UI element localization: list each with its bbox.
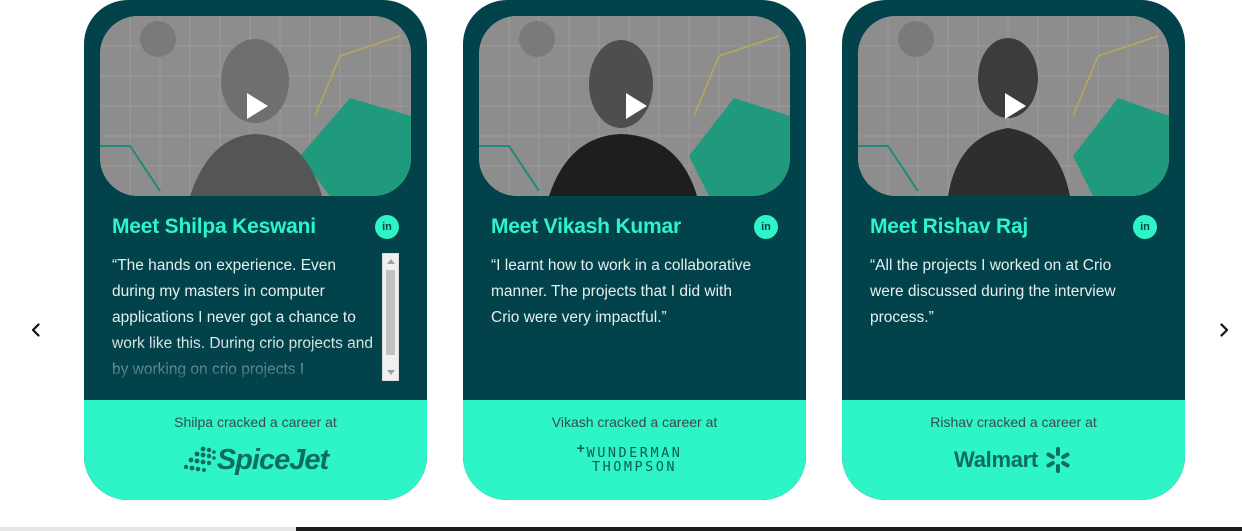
- spicejet-dots-icon: [183, 446, 216, 472]
- testimonial-card: Meet Shilpa Keswani in “The hands on exp…: [84, 0, 427, 531]
- video-thumbnail[interactable]: [858, 16, 1169, 196]
- video-thumbnail[interactable]: [100, 16, 411, 196]
- linkedin-icon[interactable]: in: [375, 215, 399, 239]
- card-footer: Vikash cracked a career at + WUNDERMAN T…: [463, 400, 806, 500]
- card-footer: Rishav cracked a career at Walmart: [842, 400, 1185, 500]
- play-icon: [246, 93, 268, 119]
- card-title: Meet Vikash Kumar: [491, 215, 681, 238]
- play-icon: [625, 93, 647, 119]
- quote-fade: [112, 340, 382, 380]
- career-label: Shilpa cracked a career at: [174, 414, 337, 430]
- play-icon: [1004, 93, 1026, 119]
- wunderman-wordmark: WUNDERMAN THOMPSON: [586, 445, 683, 475]
- testimonial-quote: “I learnt how to work in a collaborative…: [491, 257, 752, 326]
- testimonial-card: Meet Vikash Kumar in “I learnt how to wo…: [463, 0, 806, 531]
- carousel-progress-fill: [0, 527, 296, 531]
- testimonial-carousel: Meet Shilpa Keswani in “The hands on exp…: [0, 0, 1242, 531]
- spicejet-logo: SpiceJet: [84, 440, 427, 480]
- carousel-prev-button[interactable]: [24, 318, 48, 342]
- walmart-wordmark: Walmart: [954, 447, 1038, 472]
- career-label: Rishav cracked a career at: [930, 414, 1097, 430]
- plus-icon: +: [576, 440, 585, 456]
- card-title: Meet Shilpa Keswani: [112, 215, 316, 238]
- linkedin-icon[interactable]: in: [1133, 215, 1157, 239]
- testimonial-quote: “All the projects I worked on at Crio we…: [870, 257, 1116, 326]
- scroll-up-icon[interactable]: [387, 259, 395, 264]
- quote-scrollbar[interactable]: [382, 253, 399, 381]
- card-title: Meet Rishav Raj: [870, 215, 1029, 238]
- card-footer: Shilpa cracked a career at SpiceJet: [84, 400, 427, 500]
- wunderman-thompson-logo: + WUNDERMAN THOMPSON: [463, 440, 806, 480]
- scroll-down-icon[interactable]: [387, 370, 395, 375]
- video-thumbnail[interactable]: [479, 16, 790, 196]
- chevron-left-icon: [31, 323, 40, 337]
- carousel-next-button[interactable]: [1212, 318, 1236, 342]
- chevron-right-icon: [1220, 323, 1229, 337]
- walmart-logo: Walmart: [842, 440, 1185, 480]
- linkedin-icon[interactable]: in: [754, 215, 778, 239]
- spicejet-wordmark: SpiceJet: [216, 443, 329, 476]
- carousel-progress-bar[interactable]: [0, 527, 1242, 531]
- career-label: Vikash cracked a career at: [551, 414, 718, 430]
- walmart-spark-icon: [1046, 447, 1070, 473]
- testimonial-card: Meet Rishav Raj in “All the projects I w…: [842, 0, 1185, 531]
- scroll-thumb[interactable]: [386, 270, 395, 355]
